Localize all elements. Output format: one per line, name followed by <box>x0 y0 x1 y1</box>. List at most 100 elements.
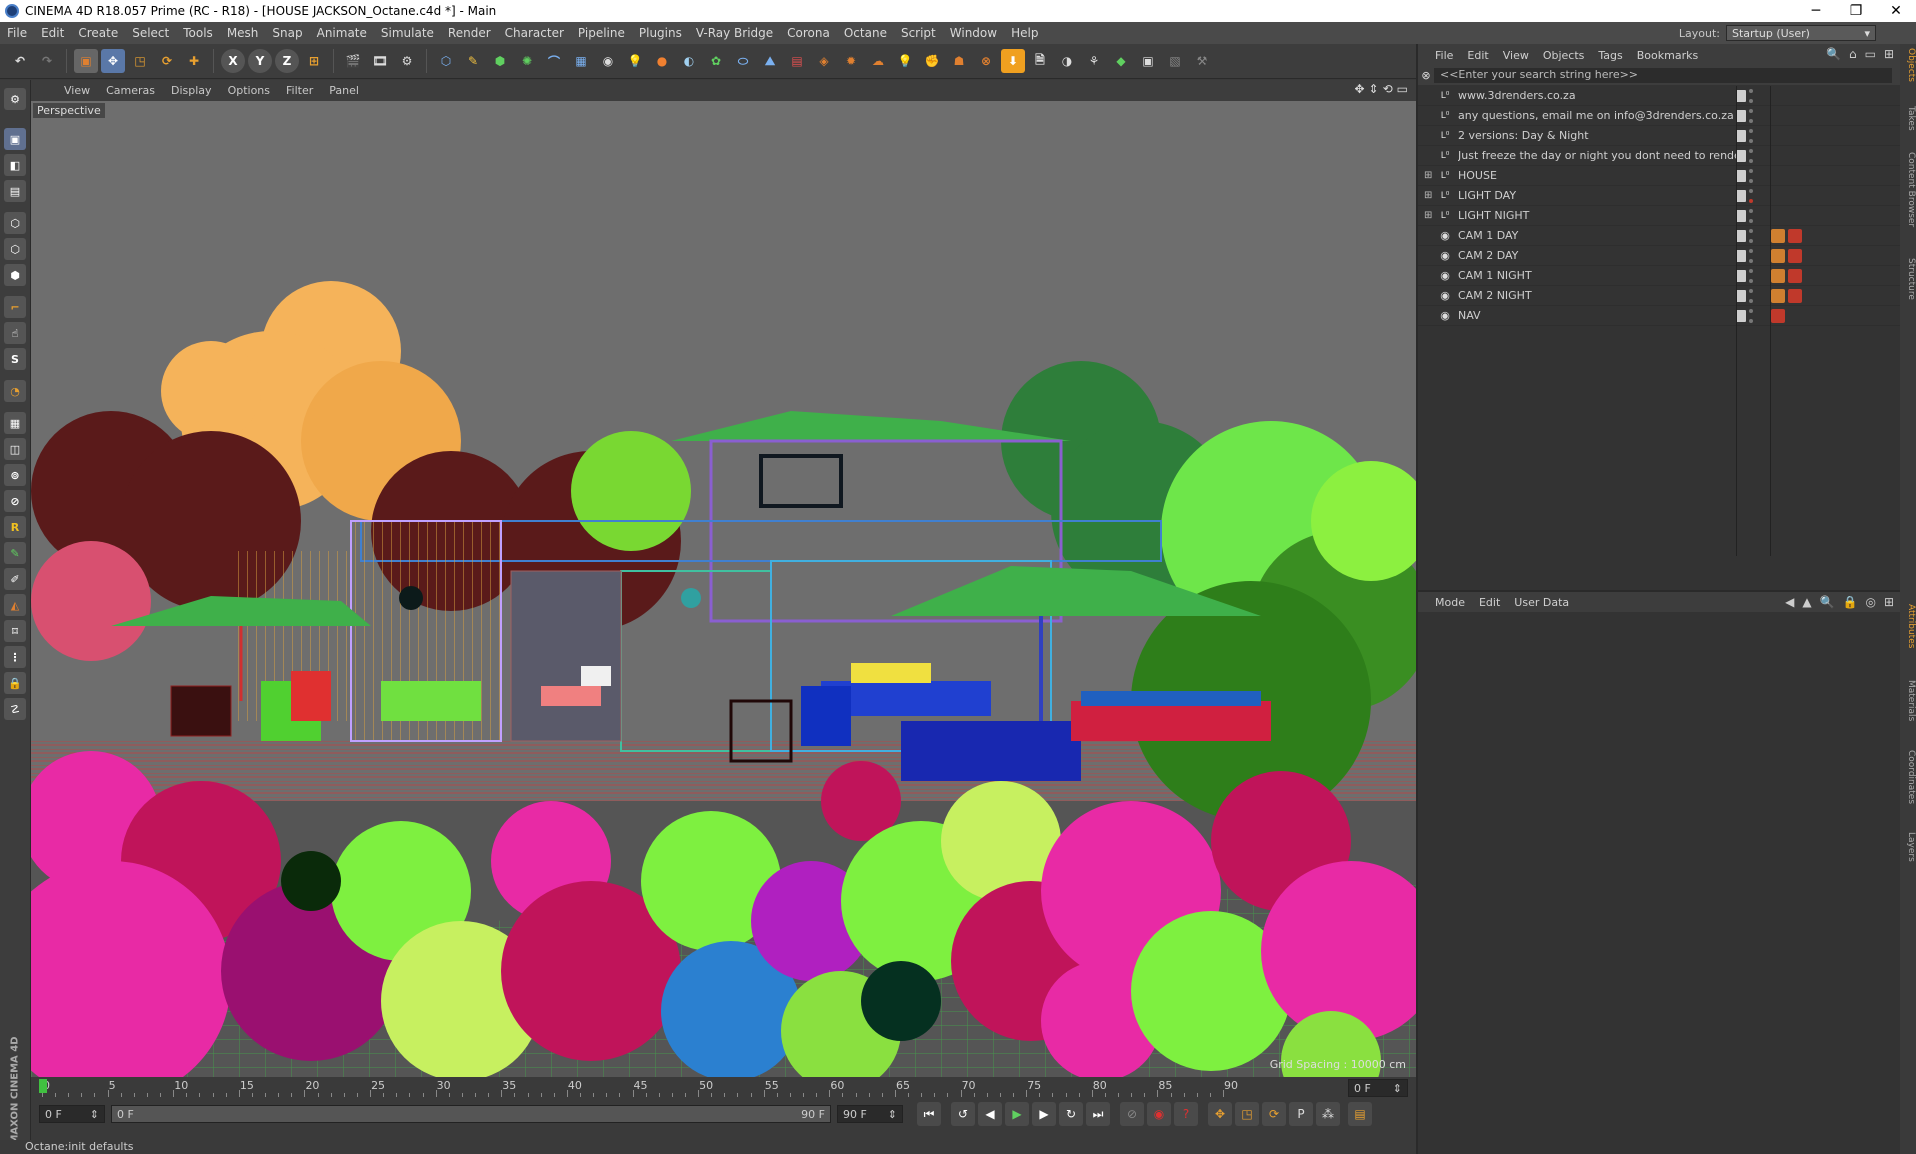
render-view-icon[interactable]: 🎬 <box>341 49 365 73</box>
protection-tag-icon[interactable] <box>1771 228 1785 243</box>
timeline-ruler[interactable]: 0510152025303540455055606570758085900 F⇕ <box>31 1077 1416 1099</box>
live-selection-icon[interactable]: ▣ <box>74 49 98 73</box>
lock-icon[interactable]: 🔒 <box>1843 595 1858 609</box>
timeline-window-icon[interactable]: ▤ <box>1348 1102 1372 1126</box>
pen-spline-icon[interactable]: ✎ <box>461 49 485 73</box>
object-row[interactable]: ◉ CAM 2 NIGHT <box>1418 286 1902 306</box>
solo-mode-icon[interactable]: S <box>4 348 26 370</box>
layer-visibility-icon[interactable] <box>1736 129 1746 142</box>
render-visibility-dots[interactable] <box>1749 288 1753 303</box>
octane-frame-icon[interactable]: ▣ <box>1136 49 1160 73</box>
end-frame-field[interactable]: 90 F ⇕ <box>837 1105 903 1123</box>
side-tab-attributes[interactable]: Attributes <box>1900 604 1916 648</box>
menu-item-snap[interactable]: Snap <box>265 26 309 40</box>
bend-deformer-icon[interactable]: ⌒ <box>542 49 566 73</box>
render-visibility-dots[interactable] <box>1749 248 1753 263</box>
undo-icon[interactable]: ↶ <box>8 49 32 73</box>
expand-toggle-icon[interactable]: ⊞ <box>1424 170 1436 181</box>
menu-item-select[interactable]: Select <box>125 26 176 40</box>
x-axis-lock-button[interactable]: X <box>221 49 245 73</box>
recent-tools-icon[interactable]: ✚ <box>182 49 206 73</box>
side-tab-materials[interactable]: Materials <box>1900 680 1916 721</box>
move-tool-icon[interactable]: ✥ <box>101 49 125 73</box>
render-visibility-dots[interactable] <box>1749 88 1753 103</box>
knife-tool-icon[interactable]: ◭ <box>4 594 26 616</box>
octane-sun-icon[interactable]: ✹ <box>839 49 863 73</box>
protection-tag-icon[interactable] <box>1771 288 1785 303</box>
menu-item-edit[interactable]: Edit <box>34 26 71 40</box>
render-visibility-dots[interactable] <box>1749 308 1753 323</box>
menu-item-animate[interactable]: Animate <box>310 26 374 40</box>
octane-camera-tag-icon[interactable] <box>1788 268 1802 283</box>
menu-item-tools[interactable]: Tools <box>176 26 220 40</box>
layer-visibility-icon[interactable] <box>1736 149 1746 162</box>
octane-cloud-icon[interactable]: ☁ <box>866 49 890 73</box>
layer-visibility-icon[interactable] <box>1736 269 1746 282</box>
menu-item-mesh[interactable]: Mesh <box>220 26 266 40</box>
layer-visibility-icon[interactable] <box>1736 249 1746 262</box>
search-icon[interactable]: 🔍 <box>1826 47 1841 61</box>
layer-visibility-icon[interactable] <box>1736 189 1746 202</box>
layer-visibility-icon[interactable] <box>1736 309 1746 322</box>
home-icon[interactable]: ⌂ <box>1849 47 1857 61</box>
magnet-tool-icon[interactable]: ✐ <box>4 568 26 590</box>
target-icon[interactable]: ◎ <box>1865 595 1875 609</box>
menu-item-simulate[interactable]: Simulate <box>374 26 441 40</box>
key-scale-icon[interactable]: ◳ <box>1235 1102 1259 1126</box>
viewport-menu-display[interactable]: Display <box>163 84 220 97</box>
layer-visibility-icon[interactable] <box>1736 109 1746 122</box>
object-menu-edit[interactable]: Edit <box>1460 49 1495 62</box>
octane-layers-icon[interactable]: ◆ <box>1109 49 1133 73</box>
object-row[interactable]: L⁰ www.3drenders.co.za <box>1418 86 1902 106</box>
tweak-mode-icon[interactable]: ☝ <box>4 322 26 344</box>
viewport-menu-view[interactable]: View <box>56 84 98 97</box>
render-visibility-dots[interactable] <box>1749 228 1753 243</box>
light-object-icon[interactable]: 💡 <box>623 49 647 73</box>
pan-icon[interactable]: ✥ <box>1354 82 1364 96</box>
polygons-mode-icon[interactable]: ⬢ <box>4 264 26 286</box>
y-axis-lock-button[interactable]: Y <box>248 49 272 73</box>
layer-visibility-icon[interactable] <box>1736 89 1746 102</box>
layer-manager-icon[interactable]: ◫ <box>4 438 26 460</box>
side-tab-objects[interactable]: Objects <box>1900 48 1916 82</box>
keyframe-selection-icon[interactable]: ? <box>1174 1102 1198 1126</box>
expand-icon[interactable]: ⊞ <box>1884 47 1894 61</box>
octane-daylight-icon[interactable]: ⬭ <box>731 49 755 73</box>
clear-search-icon[interactable]: ⊗ <box>1418 69 1434 82</box>
previous-frame-button[interactable]: ◀ <box>978 1102 1002 1126</box>
snapping-icon[interactable]: ⚒ <box>1190 49 1214 73</box>
side-tab-coordinates[interactable]: Coordinates <box>1900 750 1916 804</box>
menu-item-file[interactable]: File <box>0 26 34 40</box>
menu-item-v-ray-bridge[interactable]: V-Ray Bridge <box>689 26 780 40</box>
floor-object-icon[interactable]: ▦ <box>569 49 593 73</box>
octane-environment-icon[interactable]: ⛰ <box>758 49 782 73</box>
menu-item-render[interactable]: Render <box>441 26 498 40</box>
expand-toggle-icon[interactable]: ⊞ <box>1424 210 1436 221</box>
object-row[interactable]: L⁰ Just freeze the day or night you dont … <box>1418 146 1902 166</box>
key-rotation-icon[interactable]: ⟳ <box>1262 1102 1286 1126</box>
texture-mode-icon[interactable]: ◧ <box>4 154 26 176</box>
redshift-icon[interactable]: R <box>4 516 26 538</box>
cube-primitive-icon[interactable]: ⬡ <box>434 49 458 73</box>
object-search-input[interactable]: <<Enter your search string here>> <box>1434 68 1892 83</box>
object-menu-bookmarks[interactable]: Bookmarks <box>1630 49 1705 62</box>
octane-scatter-icon[interactable]: ◈ <box>812 49 836 73</box>
object-row[interactable]: ◉ NAV <box>1418 306 1902 326</box>
object-row[interactable]: ◉ CAM 1 DAY <box>1418 226 1902 246</box>
menu-item-corona[interactable]: Corona <box>780 26 837 40</box>
next-key-button[interactable]: ↻ <box>1059 1102 1083 1126</box>
redo-icon[interactable]: ↷ <box>35 49 59 73</box>
octane-palette-icon[interactable]: ◑ <box>1055 49 1079 73</box>
workplane-icon[interactable]: ▧ <box>1163 49 1187 73</box>
menu-item-octane[interactable]: Octane <box>837 26 894 40</box>
protection-tag-icon[interactable] <box>1771 268 1785 283</box>
go-to-end-button[interactable]: ⏭ <box>1086 1102 1110 1126</box>
key-position-icon[interactable]: ✥ <box>1208 1102 1232 1126</box>
object-row[interactable]: ⊞ L⁰ HOUSE <box>1418 166 1902 186</box>
sculpt-layers-icon[interactable]: ▦ <box>4 412 26 434</box>
coordinate-system-icon[interactable]: ⊞ <box>302 49 326 73</box>
viewport-menu-panel[interactable]: Panel <box>321 84 367 97</box>
rotate-tool-icon[interactable]: ⟳ <box>155 49 179 73</box>
array-generator-icon[interactable]: ✺ <box>515 49 539 73</box>
menu-item-character[interactable]: Character <box>498 26 571 40</box>
